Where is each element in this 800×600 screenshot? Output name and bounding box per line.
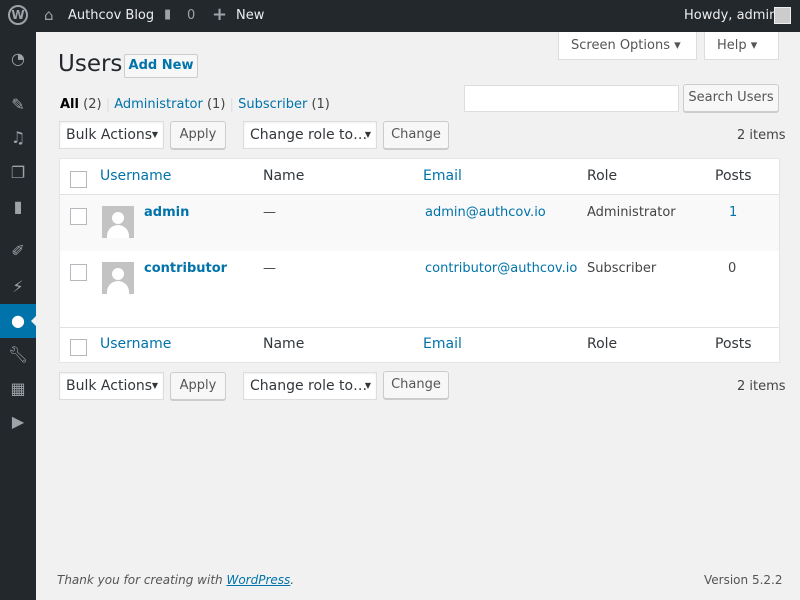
role-cell: Administrator xyxy=(587,205,676,220)
screen-options-tab[interactable]: Screen Options ▾ xyxy=(558,32,697,60)
select-all-checkbox-bottom[interactable] xyxy=(70,339,87,356)
footer-thanks: Thank you for creating with WordPress. xyxy=(57,573,294,587)
column-email-footer[interactable]: Email xyxy=(423,336,462,352)
column-role-footer: Role xyxy=(587,336,618,352)
howdy-link[interactable]: Howdy, admin xyxy=(684,8,777,23)
comments-icon[interactable]: ▮ xyxy=(8,197,28,217)
username-link[interactable]: admin xyxy=(144,205,189,220)
apply-button-top[interactable]: Apply xyxy=(170,121,226,149)
filter-all[interactable]: All xyxy=(60,97,79,112)
bulk-actions-select-top[interactable]: Bulk Actions xyxy=(59,121,164,149)
add-new-button[interactable]: Add New xyxy=(124,54,198,78)
wordpress-logo-icon[interactable]: W xyxy=(8,5,28,25)
column-name: Name xyxy=(263,168,305,184)
filter-subscriber-count: (1) xyxy=(311,97,330,112)
tools-wrench-icon[interactable]: 🔧︎ xyxy=(8,345,28,365)
filter-administrator[interactable]: Administrator xyxy=(114,97,203,112)
email-link[interactable]: admin@authcov.io xyxy=(425,205,546,220)
filter-subscriber[interactable]: Subscriber xyxy=(238,97,307,112)
items-count-top: 2 items xyxy=(737,128,786,143)
collapse-play-icon[interactable]: ▶ xyxy=(8,412,28,432)
page-title: Users xyxy=(58,51,123,77)
email-link[interactable]: contributor@authcov.io xyxy=(425,261,577,276)
admin-menu: ◔ ✎ ♫ ❐ ▮ ✐ ⚡ ● 🔧︎ ▦ ▶ xyxy=(0,32,36,600)
role-cell: Subscriber xyxy=(587,261,657,276)
appearance-brush-icon[interactable]: ✐ xyxy=(8,241,28,261)
pages-icon[interactable]: ❐ xyxy=(8,163,28,183)
change-role-select-top[interactable]: Change role to… xyxy=(243,121,377,149)
select-all-checkbox[interactable] xyxy=(70,171,87,188)
change-button-top[interactable]: Change xyxy=(383,121,449,149)
media-icon[interactable]: ♫ xyxy=(8,128,28,148)
column-email[interactable]: Email xyxy=(423,168,462,184)
posts-cell: 0 xyxy=(728,261,737,276)
column-name-footer: Name xyxy=(263,336,305,352)
bulk-actions-select-bottom[interactable]: Bulk Actions xyxy=(59,372,164,400)
users-table: Username Name Email Role Posts admin — a… xyxy=(59,158,780,363)
version-text: Version 5.2.2 xyxy=(704,573,783,587)
column-posts-footer: Posts xyxy=(715,336,752,352)
plugins-icon[interactable]: ⚡ xyxy=(8,277,28,297)
row-checkbox[interactable] xyxy=(70,264,87,281)
comments-count[interactable]: 0 xyxy=(187,8,195,23)
column-username[interactable]: Username xyxy=(100,168,171,184)
username-link[interactable]: contributor xyxy=(144,261,227,276)
filter-administrator-count: (1) xyxy=(206,97,226,112)
plus-icon[interactable]: + xyxy=(212,4,227,25)
name-cell: — xyxy=(263,261,276,276)
avatar-icon[interactable] xyxy=(774,7,791,24)
users-icon[interactable]: ● xyxy=(8,311,28,331)
column-posts: Posts xyxy=(715,168,752,184)
help-tab[interactable]: Help ▾ xyxy=(704,32,779,60)
admin-bar: W ⌂ Authcov Blog ▮ 0 + New Howdy, admin xyxy=(0,0,800,32)
table-row: admin — admin@authcov.io Administrator 1 xyxy=(60,195,779,251)
new-link[interactable]: New xyxy=(236,8,264,23)
search-input[interactable] xyxy=(464,85,679,112)
wordpress-link[interactable]: WordPress xyxy=(226,573,290,587)
name-cell: — xyxy=(263,205,276,220)
user-avatar xyxy=(102,206,134,238)
table-row: contributor — contributor@authcov.io Sub… xyxy=(60,251,779,327)
posts-pin-icon[interactable]: ✎ xyxy=(8,95,28,115)
settings-icon[interactable]: ▦ xyxy=(8,379,28,399)
column-role: Role xyxy=(587,168,618,184)
table-footer: Username Name Email Role Posts xyxy=(60,327,779,363)
filter-all-count: (2) xyxy=(83,97,102,112)
posts-link[interactable]: 1 xyxy=(729,205,737,220)
change-button-bottom[interactable]: Change xyxy=(383,371,449,399)
user-avatar xyxy=(102,262,134,294)
search-users-button[interactable]: Search Users xyxy=(683,84,779,112)
items-count-bottom: 2 items xyxy=(737,379,786,394)
dashboard-icon[interactable]: ◔ xyxy=(8,49,28,69)
change-role-select-bottom[interactable]: Change role to… xyxy=(243,372,377,400)
table-header: Username Name Email Role Posts xyxy=(60,159,779,195)
apply-button-bottom[interactable]: Apply xyxy=(170,372,226,400)
column-username-footer[interactable]: Username xyxy=(100,336,171,352)
help-label: Help xyxy=(717,38,747,53)
site-name-link[interactable]: Authcov Blog xyxy=(68,8,154,23)
footer-dot: . xyxy=(290,573,295,587)
footer-thanks-text: Thank you for creating with xyxy=(57,573,227,587)
row-checkbox[interactable] xyxy=(70,208,87,225)
screen-options-label: Screen Options xyxy=(571,38,670,53)
home-icon[interactable]: ⌂ xyxy=(44,6,54,24)
comments-icon[interactable]: ▮ xyxy=(164,7,171,22)
role-filters: All (2) | Administrator (1) | Subscriber… xyxy=(60,97,330,112)
